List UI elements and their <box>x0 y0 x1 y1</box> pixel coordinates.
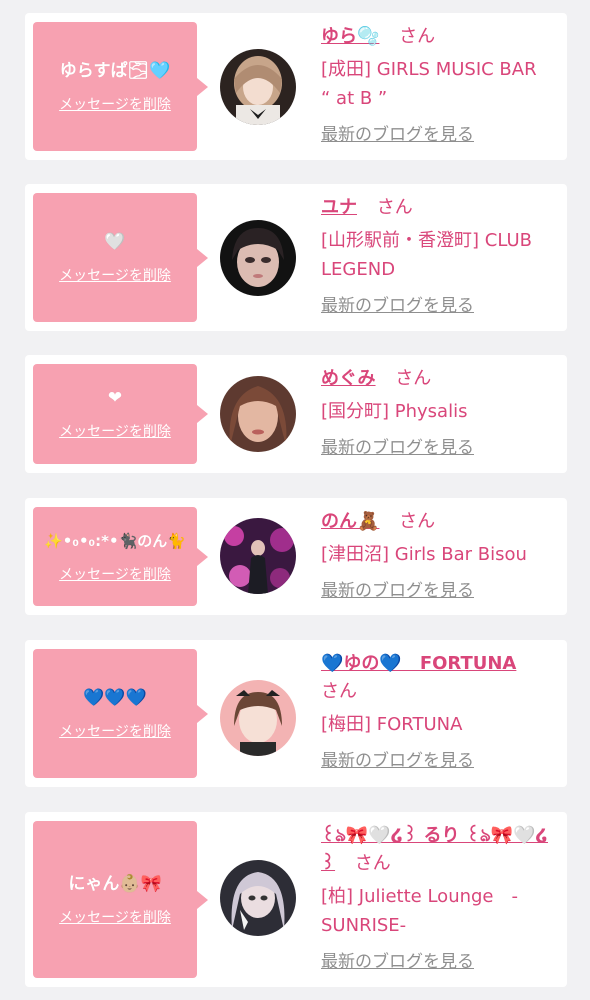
profile-name-link[interactable]: ユナ <box>321 197 357 218</box>
latest-blog-link[interactable]: 最新のブログを見る <box>321 580 561 602</box>
delete-message-link[interactable]: メッセージを削除 <box>59 96 171 114</box>
profile-name-link[interactable]: のん🧸 <box>321 511 379 532</box>
store-line: [津田沼] Girls Bar Bisou <box>321 544 527 565</box>
honorific: さん <box>399 26 436 47</box>
honorific: さん <box>395 368 432 389</box>
delete-message-link[interactable]: メッセージを削除 <box>59 423 171 441</box>
profile-name-link[interactable]: ゆら🫧 <box>321 26 379 47</box>
delete-message-link[interactable]: メッセージを削除 <box>59 909 171 927</box>
store-line: “ at B ” <box>321 88 388 109</box>
profile-name-link[interactable]: めぐみ <box>321 368 376 389</box>
store-info: [柏] Juliette Lounge - SUNRISE- <box>321 882 561 940</box>
store-line: [成田] GIRLS MUSIC BAR <box>321 59 537 80</box>
name-row: ゆら🫧 さん <box>321 23 561 51</box>
store-line: SUNRISE- <box>321 915 407 936</box>
honorific: さん <box>376 197 413 218</box>
profile-info: ꒰ঌ🎀🤍໒꒱ るり ꒰ঌ🎀🤍໒꒱ さん [柏] Juliette Lounge … <box>321 822 561 973</box>
delete-message-link[interactable]: メッセージを削除 <box>59 267 171 285</box>
message-bubble: にゃん👶🏼🎀 メッセージを削除 <box>33 821 208 978</box>
honorific: さん <box>399 511 436 532</box>
message-bubble: 🤍 メッセージを削除 <box>33 193 208 322</box>
profile-name-link[interactable]: 💙ゆの💙 FORTUNA <box>321 653 516 674</box>
avatar[interactable] <box>220 49 296 125</box>
store-info: [津田沼] Girls Bar Bisou <box>321 540 561 569</box>
message-bubble: ゆらすぱ🌫🩵 メッセージを削除 <box>33 22 208 151</box>
profile-info: のん🧸 さん [津田沼] Girls Bar Bisou 最新のブログを見る <box>321 508 561 602</box>
message-bubble: ✨•₀•₀:*•🐈‍⬛のん🐈 メッセージを削除 <box>33 507 208 606</box>
bubble-message-text: ✨•₀•₀:*•🐈‍⬛のん🐈 <box>44 531 186 550</box>
bubble-message-text: 🤍 <box>104 231 126 252</box>
bubble-message-text: にゃん👶🏼🎀 <box>68 873 162 894</box>
profile-info: ユナ さん [山形駅前・香澄町] CLUB LEGEND 最新のブログを見る <box>321 194 561 317</box>
avatar[interactable] <box>220 860 296 936</box>
message-card: ❤ メッセージを削除 めぐみ さん [国分町] Physalis 最新のブログを… <box>25 355 567 473</box>
name-row: 💙ゆの💙 FORTUNA <box>321 650 561 678</box>
name-row: ꒰ঌ🎀🤍໒꒱ るり ꒰ঌ🎀🤍໒꒱ さん <box>321 822 561 878</box>
avatar[interactable] <box>220 518 296 594</box>
latest-blog-link[interactable]: 最新のブログを見る <box>321 295 561 317</box>
honorific: さん <box>354 853 391 874</box>
bubble-message-text: ゆらすぱ🌫🩵 <box>59 60 171 81</box>
avatar[interactable] <box>220 376 296 452</box>
latest-blog-link[interactable]: 最新のブログを見る <box>321 124 561 146</box>
store-info: [梅田] FORTUNA <box>321 710 561 739</box>
store-info: [成田] GIRLS MUSIC BAR “ at B ” <box>321 55 561 113</box>
avatar[interactable] <box>220 680 296 756</box>
delete-message-link[interactable]: メッセージを削除 <box>59 723 171 741</box>
profile-info: めぐみ さん [国分町] Physalis 最新のブログを見る <box>321 365 561 459</box>
profile-info: 💙ゆの💙 FORTUNA さん [梅田] FORTUNA 最新のブログを見る <box>321 650 561 772</box>
store-line: LEGEND <box>321 259 396 280</box>
store-line: [山形駅前・香澄町] CLUB <box>321 230 532 251</box>
message-card: 🤍 メッセージを削除 ユナ さん [山形駅前・香澄町] CLUB LEGEND <box>25 184 567 331</box>
store-line: [国分町] Physalis <box>321 401 468 422</box>
store-info: [山形駅前・香澄町] CLUB LEGEND <box>321 226 561 284</box>
name-row: めぐみ さん <box>321 365 561 393</box>
name-row: のん🧸 さん <box>321 508 561 536</box>
message-card: ✨•₀•₀:*•🐈‍⬛のん🐈 メッセージを削除 のん🧸 さん [津田沼] Gir… <box>25 498 567 615</box>
message-card: にゃん👶🏼🎀 メッセージを削除 ꒰ঌ🎀🤍໒꒱ るり ꒰ঌ🎀🤍໒꒱ さん [柏] … <box>25 812 567 987</box>
profile-info: ゆら🫧 さん [成田] GIRLS MUSIC BAR “ at B ” 最新の… <box>321 23 561 146</box>
avatar[interactable] <box>220 220 296 296</box>
message-bubble: 💙💙💙 メッセージを削除 <box>33 649 208 778</box>
message-bubble: ❤ メッセージを削除 <box>33 364 208 464</box>
message-list: ゆらすぱ🌫🩵 メッセージを削除 ゆら🫧 さん [成田] GIRLS MUSIC … <box>0 0 590 1000</box>
message-card: ゆらすぱ🌫🩵 メッセージを削除 ゆら🫧 さん [成田] GIRLS MUSIC … <box>25 13 567 160</box>
delete-message-link[interactable]: メッセージを削除 <box>59 566 171 584</box>
message-card: 💙💙💙 メッセージを削除 💙ゆの💙 FORTUNA さん [梅田] FORTUN… <box>25 640 567 787</box>
store-info: [国分町] Physalis <box>321 397 561 426</box>
latest-blog-link[interactable]: 最新のブログを見る <box>321 750 561 772</box>
store-line: [柏] Juliette Lounge - <box>321 886 519 907</box>
bubble-message-text: ❤ <box>107 388 123 408</box>
name-row: ユナ さん <box>321 194 561 222</box>
latest-blog-link[interactable]: 最新のブログを見る <box>321 951 561 973</box>
latest-blog-link[interactable]: 最新のブログを見る <box>321 437 561 459</box>
name-row: さん <box>321 678 561 706</box>
store-line: [梅田] FORTUNA <box>321 714 463 735</box>
bubble-message-text: 💙💙💙 <box>83 687 147 708</box>
honorific: さん <box>321 681 357 702</box>
